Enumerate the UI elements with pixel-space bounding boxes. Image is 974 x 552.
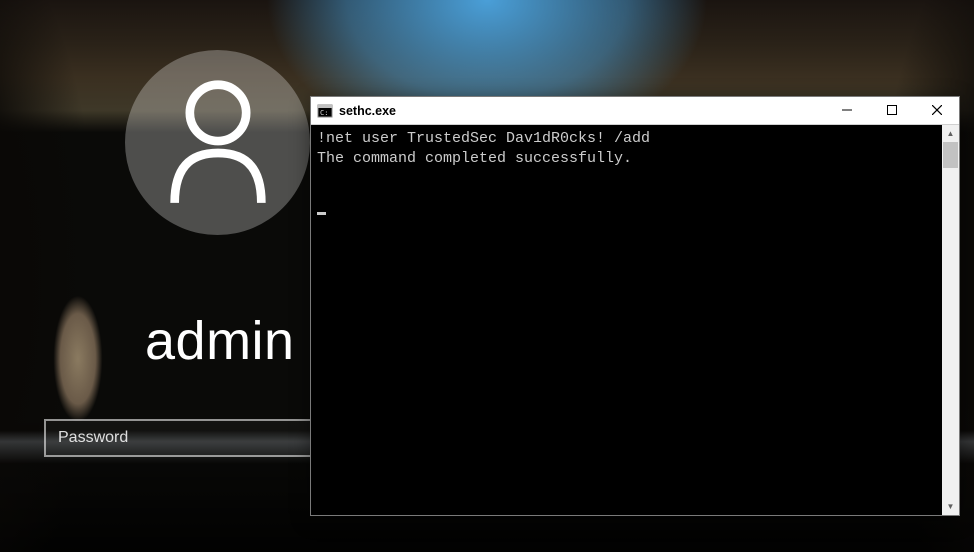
svg-text:C:: C:	[320, 109, 328, 117]
window-controls	[824, 97, 959, 124]
console-line: The command completed successfully.	[317, 150, 632, 167]
scroll-thumb[interactable]	[943, 142, 958, 168]
close-icon	[932, 103, 942, 118]
minimize-button[interactable]	[824, 97, 869, 124]
maximize-icon	[887, 103, 897, 118]
scroll-down-button[interactable]: ▼	[942, 498, 959, 515]
maximize-button[interactable]	[869, 97, 914, 124]
console-icon: C:	[317, 103, 333, 119]
window-title: sethc.exe	[339, 104, 396, 118]
window-titlebar[interactable]: C: sethc.exe	[311, 97, 959, 125]
close-button[interactable]	[914, 97, 959, 124]
user-icon	[163, 75, 273, 210]
console-window: C: sethc.exe !net user TrustedSec D	[310, 96, 960, 516]
chevron-down-icon: ▼	[947, 502, 955, 511]
scroll-up-button[interactable]: ▲	[942, 125, 959, 142]
username-label: admin	[145, 310, 295, 372]
console-body: !net user TrustedSec Dav1dR0cks! /add Th…	[311, 125, 959, 515]
password-input[interactable]	[44, 419, 344, 457]
console-line: !net user TrustedSec Dav1dR0cks! /add	[317, 130, 650, 147]
chevron-up-icon: ▲	[947, 129, 955, 138]
minimize-icon	[842, 103, 852, 118]
user-avatar	[125, 50, 310, 235]
cursor	[317, 212, 326, 215]
vertical-scrollbar[interactable]: ▲ ▼	[942, 125, 959, 515]
console-output[interactable]: !net user TrustedSec Dav1dR0cks! /add Th…	[311, 125, 942, 515]
